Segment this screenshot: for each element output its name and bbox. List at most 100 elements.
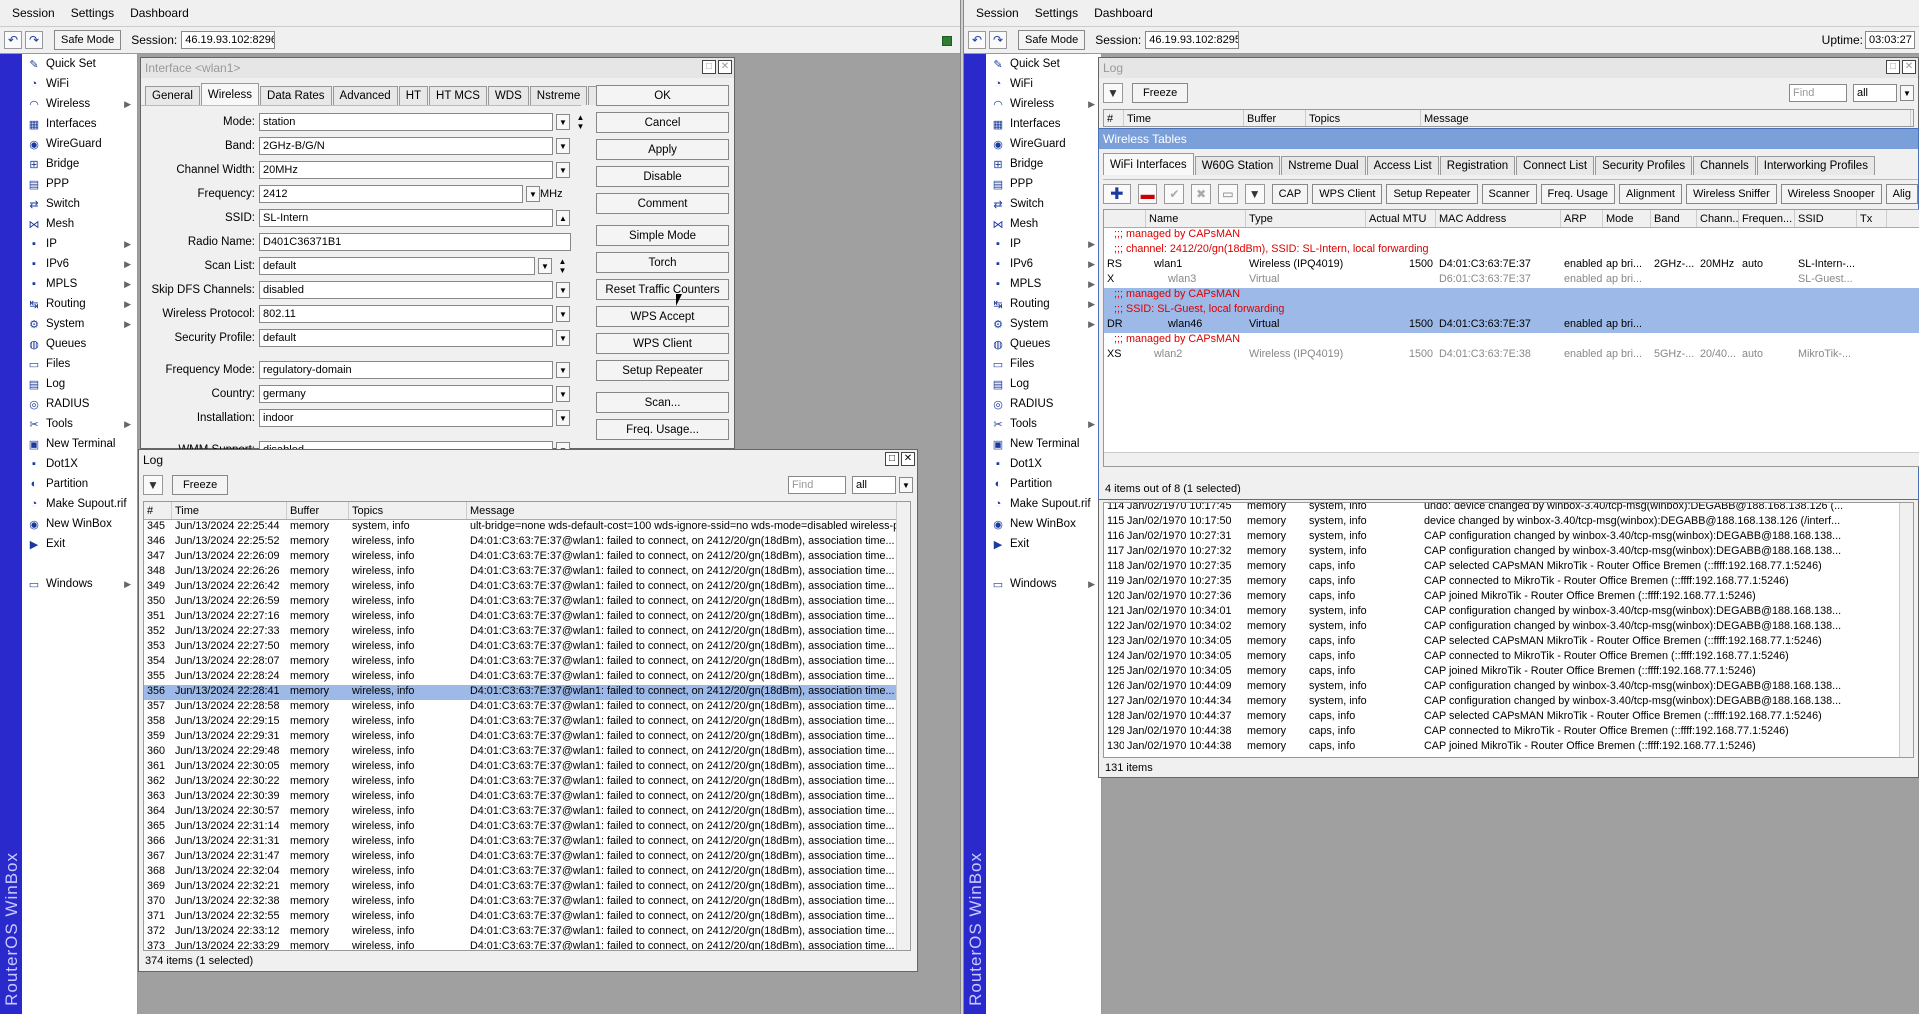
tab-nstreme[interactable]: Nstreme (529, 86, 588, 105)
table-row[interactable]: 371 Jun/13/2024 22:32:55 memory wireless, i… (144, 910, 910, 925)
interface-row[interactable]: Xwlan3 Virtual D6:01:C3:63:7E:37 enabled ap … (1104, 273, 1919, 288)
sidebar-item-queues[interactable]: ◍ Queues (986, 334, 1101, 354)
field-frequency[interactable]: 2412 (259, 185, 523, 203)
field-skip-dfs-channels[interactable]: disabled (259, 281, 553, 299)
table-row[interactable]: 357 Jun/13/2024 22:28:58 memory wireless, i… (144, 700, 910, 715)
sidebar-item-wireless[interactable]: ◠ Wireless ▶ (22, 94, 137, 114)
enable-icon[interactable]: ✔ (1164, 184, 1185, 204)
undo-icon[interactable]: ↶ (968, 31, 986, 49)
sidebar-item-new-terminal[interactable]: ▣ New Terminal (986, 434, 1101, 454)
sidebar-item-ip[interactable]: ▪ IP ▶ (22, 234, 137, 254)
sidebar-item-ppp[interactable]: ▤ PPP (986, 174, 1101, 194)
column-header[interactable]: Time (172, 502, 287, 519)
interface-window-title[interactable]: Interface <wlan1> □ ✕ (141, 58, 734, 78)
tab-w60g-station[interactable]: W60G Station (1194, 156, 1281, 175)
sidebar-item-exit[interactable]: ▶ Exit (22, 534, 137, 554)
column-header[interactable]: # (144, 502, 172, 519)
comment-row[interactable]: ;;; channel: 2412/20/gn(18dBm), SSID: SL… (1104, 243, 1919, 258)
table-row[interactable]: 365 Jun/13/2024 22:31:14 memory wireless, i… (144, 820, 910, 835)
scan-button[interactable]: Scan... (596, 392, 729, 413)
table-row[interactable]: 118 Jan/02/1970 10:27:35 memory caps, info C… (1104, 560, 1913, 575)
comment-row[interactable]: ;;; managed by CAPsMAN (1104, 228, 1919, 243)
table-row[interactable]: 369 Jun/13/2024 22:32:21 memory wireless, i… (144, 880, 910, 895)
table-row[interactable]: 361 Jun/13/2024 22:30:05 memory wireless, i… (144, 760, 910, 775)
find-input[interactable]: Find (1789, 84, 1847, 102)
dropdown-arrow-icon[interactable]: ▼ (556, 138, 570, 154)
table-row[interactable]: 117 Jan/02/1970 10:27:32 memory system, inf… (1104, 545, 1913, 560)
add-icon[interactable]: ✚ (1103, 184, 1131, 204)
cap-button[interactable]: CAP (1271, 184, 1309, 204)
sidebar-item-make-supout-rif[interactable]: ◔ Make Supout.rif (986, 494, 1101, 514)
alig-button[interactable]: Alig (1885, 184, 1918, 204)
freeze-button[interactable]: Freeze (172, 475, 229, 495)
tab-ht-mcs[interactable]: HT MCS (429, 86, 487, 105)
horizontal-scrollbar[interactable] (1104, 452, 1919, 466)
table-row[interactable]: 356 Jun/13/2024 22:28:41 memory wireless, i… (144, 685, 910, 700)
alignment-button[interactable]: Alignment (1619, 184, 1682, 204)
table-row[interactable]: 120 Jan/02/1970 10:27:36 memory caps, info C… (1104, 590, 1913, 605)
sidebar-item-wireguard[interactable]: ◉ WireGuard (986, 134, 1101, 154)
safe-mode-button[interactable]: Safe Mode (1018, 30, 1086, 50)
column-header[interactable]: Topics (349, 502, 467, 519)
sidebar-item-switch[interactable]: ⇄ Switch (22, 194, 137, 214)
tab-wifi-interfaces[interactable]: WiFi Interfaces (1103, 153, 1194, 175)
sidebar-item-switch[interactable]: ⇄ Switch (986, 194, 1101, 214)
tab-ht[interactable]: HT (398, 86, 429, 105)
cancel-button[interactable]: Cancel (596, 112, 729, 133)
menu-session[interactable]: Session (12, 6, 55, 20)
table-row[interactable]: 372 Jun/13/2024 22:33:12 memory wireless, i… (144, 925, 910, 940)
sidebar-item-mpls[interactable]: ▪ MPLS ▶ (22, 274, 137, 294)
sidebar-item-tools[interactable]: ✂ Tools ▶ (22, 414, 137, 434)
column-header[interactable]: Message (1421, 110, 1911, 126)
dropdown-arrow-icon[interactable]: ▼ (556, 330, 570, 346)
table-row[interactable]: 353 Jun/13/2024 22:27:50 memory wireless, i… (144, 640, 910, 655)
sidebar-item-quick-set[interactable]: ✎ Quick Set (22, 54, 137, 74)
column-header[interactable]: # (1104, 110, 1124, 126)
column-header[interactable]: ARP (1561, 210, 1603, 227)
sidebar-item-new-terminal[interactable]: ▣ New Terminal (22, 434, 137, 454)
tab-security-profiles[interactable]: Security Profiles (1595, 156, 1693, 175)
column-header[interactable]: Type (1246, 210, 1366, 227)
comment-icon[interactable]: ▭ (1218, 184, 1238, 204)
wireless-tables-title[interactable]: Wireless Tables (1099, 129, 1918, 149)
sidebar-item-queues[interactable]: ◍ Queues (22, 334, 137, 354)
table-row[interactable]: 124 Jan/02/1970 10:34:05 memory caps, info C… (1104, 650, 1913, 665)
table-row[interactable]: 373 Jun/13/2024 22:33:29 memory wireless, i… (144, 940, 910, 950)
comment-row[interactable]: ;;; managed by CAPsMAN (1104, 288, 1919, 303)
remove-icon[interactable]: ▬ (1137, 184, 1158, 204)
log-filter-select[interactable]: all (852, 476, 896, 494)
dropdown-arrow-icon[interactable]: ▼ (556, 410, 570, 426)
scanner-button[interactable]: Scanner (1481, 184, 1537, 204)
maximize-icon[interactable]: □ (885, 452, 899, 466)
sidebar-item-windows[interactable]: ▭ Windows ▶ (22, 574, 137, 594)
column-header[interactable]: MAC Address (1436, 210, 1561, 227)
column-header[interactable]: SSID (1795, 210, 1857, 227)
table-row[interactable]: 346 Jun/13/2024 22:25:52 memory wireless, i… (144, 535, 910, 550)
table-row[interactable]: 355 Jun/13/2024 22:28:24 memory wireless, i… (144, 670, 910, 685)
chevron-down-icon[interactable]: ▼ (1900, 85, 1914, 101)
sidebar-item-radius[interactable]: ◎ RADIUS (22, 394, 137, 414)
column-header[interactable]: Buffer (1244, 110, 1306, 126)
comment-row[interactable]: ;;; SSID: SL-Guest, local forwarding (1104, 303, 1919, 318)
sidebar-item-log[interactable]: ▤ Log (986, 374, 1101, 394)
sidebar-item-system[interactable]: ⚙ System ▶ (22, 314, 137, 334)
menu-settings[interactable]: Settings (1035, 6, 1078, 20)
dropdown-arrow-icon[interactable]: ▼ (526, 186, 540, 202)
session-field[interactable]: 46.19.93.102:8296 (181, 31, 276, 49)
menu-settings[interactable]: Settings (71, 6, 114, 20)
column-header[interactable]: Name (1146, 210, 1246, 227)
maximize-icon[interactable]: □ (1886, 60, 1900, 74)
log-window-title[interactable]: Log □ ✕ (139, 450, 917, 470)
filter-icon[interactable]: ▼ (1244, 184, 1265, 204)
table-row[interactable]: 126 Jan/02/1970 10:44:09 memory system, inf… (1104, 680, 1913, 695)
interface-row[interactable]: RS wlan1 Wireless (IPQ4019) 1500 D4:01:C3:63… (1104, 258, 1919, 273)
tab-wireless[interactable]: Wireless (200, 83, 260, 105)
sidebar-item-partition[interactable]: ◐ Partition (986, 474, 1101, 494)
table-row[interactable]: 359 Jun/13/2024 22:29:31 memory wireless, i… (144, 730, 910, 745)
scrollbar[interactable] (896, 502, 910, 950)
dropdown-arrow-icon[interactable]: ▼ (556, 386, 570, 402)
sidebar-item-wireless[interactable]: ◠ Wireless ▶ (986, 94, 1101, 114)
field-wireless-protocol[interactable]: 802.11 (259, 305, 553, 323)
updown-arrows-icon[interactable]: ▲▼ (558, 257, 567, 275)
column-header[interactable]: Actual MTU (1366, 210, 1436, 227)
